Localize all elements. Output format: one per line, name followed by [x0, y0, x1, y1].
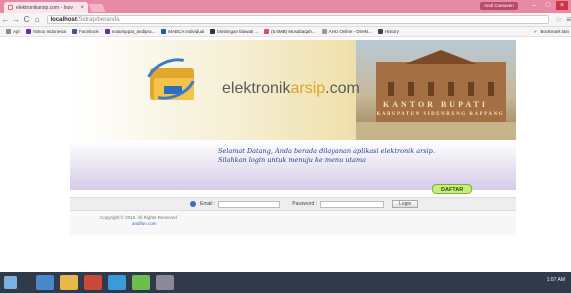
clock[interactable]: 1:07 AM — [547, 277, 565, 283]
other-bookmarks[interactable]: Bookmark lain — [540, 29, 569, 34]
bookmark-item[interactable]: Apl — [6, 29, 20, 34]
bookmark-item[interactable]: History — [377, 29, 399, 34]
kantor-bupati-label: KANTOR BUPATI — [382, 100, 488, 109]
app-icon[interactable] — [156, 275, 174, 290]
bookmark-item[interactable]: Facebook — [71, 29, 99, 34]
forward-button[interactable]: → — [11, 15, 22, 24]
login-form: Email : Password : Login — [70, 197, 516, 211]
bookmark-item[interactable]: bimbingan tilawati ... — [210, 29, 258, 34]
yahoo-icon — [25, 29, 31, 34]
windows-taskbar: 1:07 AM — [0, 272, 571, 293]
bookmark-star-icon[interactable]: ☆ — [555, 15, 562, 24]
start-button[interactable] — [4, 276, 17, 289]
new-tab-button[interactable] — [88, 4, 106, 12]
history-icon — [377, 29, 383, 34]
site-logo-text: elektronikarsip.com — [222, 80, 360, 97]
bookmark-item[interactable]: notarisppat_andipra... — [104, 29, 155, 34]
window-controls: – □ × — [528, 1, 568, 10]
folder-icon[interactable] — [60, 275, 78, 290]
bookmarks-overflow-button[interactable]: » — [534, 29, 537, 34]
page-icon — [321, 29, 327, 34]
back-button[interactable]: ← — [0, 15, 11, 24]
password-label: Password : — [292, 201, 318, 207]
password-field[interactable] — [320, 200, 385, 208]
bookmarks-bar: Apl Yahoo Indonesia Facebook notarisppat… — [0, 27, 571, 37]
browser-icon[interactable] — [108, 275, 126, 290]
minimize-button[interactable]: – — [528, 1, 540, 10]
home-button[interactable]: ⌂ — [32, 15, 43, 24]
bookmark-item[interactable]: Yahoo Indonesia — [25, 29, 66, 34]
page-content: elektronikarsip.com KANTOR BUPATI KABUPA… — [0, 37, 571, 272]
site-icon — [161, 29, 167, 34]
facebook-icon — [71, 29, 77, 34]
media-icon[interactable] — [84, 275, 102, 290]
site-icon — [210, 29, 216, 34]
reload-button[interactable]: C — [21, 15, 32, 24]
url-path: /Sidrap/beranda — [76, 16, 120, 23]
address-bar[interactable]: localhost/Sidrap/beranda — [46, 15, 550, 24]
login-button[interactable]: Login — [392, 200, 419, 208]
ie-icon[interactable] — [36, 275, 54, 290]
apps-icon — [6, 29, 11, 34]
email-label: Email : — [200, 201, 216, 207]
user-icon — [190, 201, 196, 207]
kabupaten-label: KABUPATEN SIDENRENG RAPPANG — [376, 112, 504, 117]
bookmark-item[interactable]: AHU Online - Direkt... — [321, 29, 372, 34]
site-banner: elektronikarsip.com KANTOR BUPATI KABUPA… — [70, 40, 516, 140]
bookmark-item[interactable]: (5.6MB) Musabaqah... — [264, 29, 316, 34]
close-window-button[interactable]: × — [556, 1, 568, 10]
browser-menu-icon[interactable]: ≡ — [566, 15, 571, 24]
maximize-button[interactable]: □ — [542, 1, 554, 10]
footer-link[interactable]: andifun.com — [132, 221, 157, 226]
daftar-button[interactable]: DAFTAR — [432, 184, 473, 194]
welcome-message: Selamat Datang, Anda berada dilayanan ap… — [218, 147, 435, 164]
browser-toolbar: ← → C ⌂ localhost/Sidrap/beranda ☆ ≡ — [0, 13, 571, 27]
welcome-section: Selamat Datang, Anda berada dilayanan ap… — [70, 140, 516, 194]
yahoo-icon — [104, 29, 110, 34]
profile-button[interactable]: Andi Cureaven — [480, 2, 518, 10]
page-favicon-icon — [8, 5, 13, 10]
footer: Copyright © 2015. All Rights Reserved an… — [70, 211, 516, 235]
music-icon — [264, 29, 270, 34]
browser-tab[interactable]: elektronikarsip.com - Inov × — [4, 2, 88, 13]
app-icon[interactable] — [132, 275, 150, 290]
tab-title: elektronikarsip.com - Inov — [16, 4, 73, 11]
email-field[interactable] — [218, 200, 281, 208]
url-host: localhost — [50, 16, 77, 23]
building-photo — [356, 40, 516, 140]
tab-close-icon[interactable]: × — [80, 5, 84, 11]
copyright-text: Copyright © 2015. All Rights Reserved — [100, 215, 177, 220]
folder-logo-icon — [138, 50, 204, 108]
browser-titlebar: elektronikarsip.com - Inov × Andi Cureav… — [0, 0, 571, 13]
bookmark-item[interactable]: MABCA Individual — [161, 29, 204, 34]
